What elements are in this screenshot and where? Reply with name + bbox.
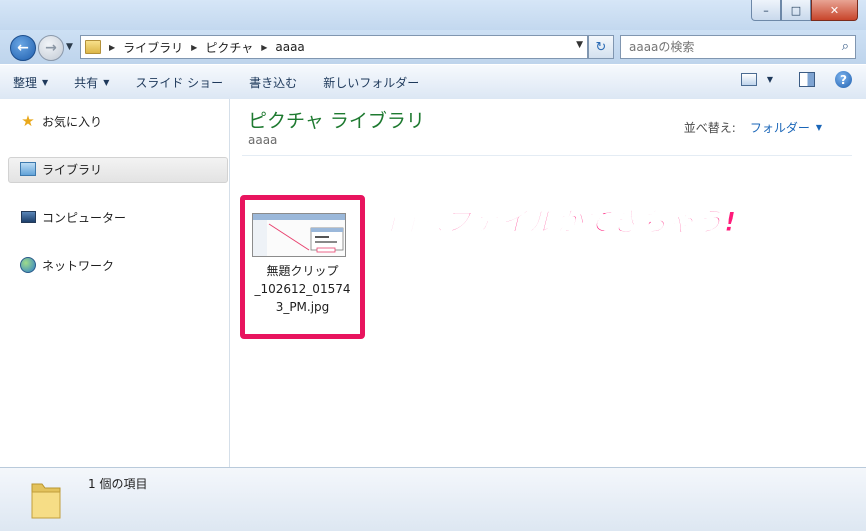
sort-control: 並べ替え: フォルダー ▼ [684,119,822,136]
star-icon: ★ [21,112,35,130]
library-icon [20,161,36,177]
window-controls: – □ ✕ [751,0,858,21]
file-thumbnail [252,213,346,257]
preview-pane-icon[interactable] [799,72,815,87]
divider [242,155,852,156]
chevron-right-icon[interactable]: ▶ [191,43,197,52]
arrow-right-icon: → [45,40,57,56]
arrow-left-icon: ← [17,40,29,56]
refresh-icon: ↻ [595,39,607,55]
details-pane: 1 個の項目 [0,467,866,531]
sort-label: 並べ替え: [683,121,736,135]
file-item[interactable]: 無題クリップ _102612_01574 3_PM.jpg [240,195,365,339]
breadcrumb: ▶ ライブラリ ▶ ピクチャ ▶ aaaa [101,39,305,56]
breadcrumb-aaaa[interactable]: aaaa [275,40,304,54]
nav-favorites[interactable]: ★ お気に入り [20,111,102,131]
annotation-text: 画像ファイルができちゃう! [387,207,738,239]
nav-favorites-label: お気に入り [42,114,103,129]
library-title: ピクチャ ライブラリ [248,110,425,132]
refresh-button[interactable]: ↻ [588,35,614,59]
computer-icon [20,209,36,225]
network-icon [20,257,36,273]
search-icon[interactable]: ⌕ [842,39,849,54]
minimize-button[interactable]: – [751,0,781,21]
caret-down-icon: ▼ [815,123,822,132]
search-input[interactable] [627,36,831,58]
title-bar: – □ ✕ [0,0,866,30]
organize-label: 整理 [13,75,38,90]
nav-computer[interactable]: コンピューター [20,207,126,227]
maximize-button[interactable]: □ [781,0,811,21]
burn-button[interactable]: 書き込む [236,65,310,99]
help-icon[interactable]: ? [835,71,852,88]
content-area: ピクチャ ライブラリ aaaa 並べ替え: フォルダー ▼ 無題クリップ _102… [230,99,866,467]
nav-network-label: ネットワーク [42,258,115,273]
nav-libraries-label: ライブラリ [42,162,103,177]
slideshow-button[interactable]: スライド ショー [122,65,236,99]
close-button[interactable]: ✕ [811,0,858,21]
nav-libraries[interactable]: ライブラリ [20,159,102,179]
chevron-right-icon[interactable]: ▶ [109,43,115,52]
file-name-line: 3_PM.jpg [275,300,330,314]
breadcrumb-libraries[interactable]: ライブラリ [123,39,183,56]
forward-button[interactable]: → [38,35,64,61]
library-subtitle: aaaa [248,133,278,147]
file-name: 無題クリップ _102612_01574 3_PM.jpg [247,262,358,316]
folder-icon [31,483,61,519]
sort-value: フォルダー [749,121,810,135]
recent-pages-dropdown[interactable]: ▼ [66,42,73,52]
address-bar[interactable]: ▶ ライブラリ ▶ ピクチャ ▶ aaaa ▼ [80,35,588,59]
search-box: ⌕ [620,35,856,59]
new-folder-button[interactable]: 新しいフォルダー [310,65,432,99]
navigation-pane: ★ お気に入り ライブラリ コンピューター ネットワーク [0,99,230,467]
folder-icon [85,40,101,54]
file-name-line: _102612_01574 [254,282,351,296]
organize-menu[interactable]: 整理 ▼ [0,65,61,99]
back-button[interactable]: ← [10,35,36,61]
sort-dropdown[interactable]: フォルダー ▼ [750,119,822,136]
command-bar: 整理 ▼ 共有 ▼ スライド ショー 書き込む 新しいフォルダー ▼ ? [0,64,866,100]
share-menu[interactable]: 共有 ▼ [61,65,122,99]
item-count: 1 個の項目 [88,477,148,491]
nav-network[interactable]: ネットワーク [20,255,114,275]
file-name-line: 無題クリップ [266,264,339,278]
view-dropdown-icon[interactable]: ▼ [767,75,773,84]
caret-down-icon: ▼ [103,77,110,87]
nav-computer-label: コンピューター [42,210,127,225]
caret-down-icon: ▼ [42,77,49,87]
address-row: ← → ▼ ▶ ライブラリ ▶ ピクチャ ▶ aaaa ▼ ↻ ⌕ [0,30,866,64]
thumbnail-image [253,214,345,256]
view-controls: ▼ ? [740,71,852,88]
address-dropdown-icon[interactable]: ▼ [576,40,583,50]
share-label: 共有 [74,75,99,90]
view-options-icon[interactable] [740,73,757,86]
chevron-right-icon[interactable]: ▶ [261,43,267,52]
breadcrumb-pictures[interactable]: ピクチャ [205,39,253,56]
